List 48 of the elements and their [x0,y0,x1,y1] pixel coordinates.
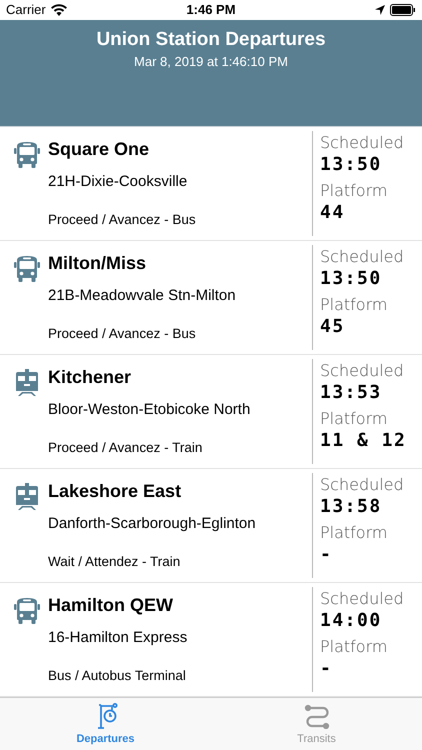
tab[interactable]: Departures [0,698,211,750]
platform-label: Platform [320,295,388,314]
platform-label: Platform [320,181,388,200]
platform-label: Platform [320,637,388,656]
platform-number: 45 [320,316,346,338]
platform-number: - [320,658,334,680]
departure-row[interactable]: Milton/Miss 21B-Meadowvale Stn-Milton Proceed / Avancez - Bus Scheduled 13:50 Platform 45 [0,241,422,356]
destination-name: Milton/Miss [48,253,147,274]
scheduled-time: 13:50 [320,154,383,176]
destination-name: Kitchener [48,367,132,388]
route-name: Bloor-Weston-Etobicoke North [48,401,250,418]
status-text: Wait / Attendez - Train [48,554,182,570]
route-name: 21H-Dixie-Cooksville [48,173,188,190]
wifi-icon [50,4,67,16]
platform-number: - [320,544,334,566]
scheduled-time: 13:58 [320,496,383,518]
route-name: 16-Hamilton Express [48,629,188,646]
destination-name: Lakeshore East [48,481,182,502]
route-icon [304,703,330,730]
route-name: Danforth-Scarborough-Eglinton [48,515,256,532]
clock-time: 1:46 PM [186,2,236,18]
screen-title: Union Station Departures [95,28,327,51]
platform-label: Platform [320,409,388,428]
battery-icon [390,4,416,16]
scheduled-label: Scheduled [320,247,404,266]
status-text: Proceed / Avancez - Train [48,440,204,456]
scheduled-label: Scheduled [320,475,404,494]
status-text: Proceed / Avancez - Bus [48,326,197,342]
scheduled-label: Scheduled [320,133,404,152]
departure-row[interactable]: Kitchener Bloor-Weston-Etobicoke North Proceed / Avancez - Train Scheduled 13:53 Platform 11 & 12 [0,355,422,470]
destination-name: Hamilton QEW [48,595,174,616]
destination-name: Square One [48,139,150,160]
status-text: Bus / Autobus Terminal [48,668,187,684]
location-arrow-icon [375,4,385,15]
departure-row[interactable]: Square One 21H-Dixie-Cooksville Proceed / Avancez - Bus Scheduled 13:50 Platform 44 [0,127,422,242]
platform-number: 11 & 12 [320,430,406,452]
scheduled-label: Scheduled [320,361,405,380]
timestamp: Mar 8, 2019 at 1:46:10 PM [133,54,289,69]
carrier-label: Carrier [6,2,46,18]
scheduled-label: Scheduled [320,589,404,608]
scheduled-time: 13:50 [320,268,383,290]
platform-number: 44 [320,202,346,224]
scheduled-time: 13:53 [320,382,383,404]
status-text: Proceed / Avancez - Bus [48,212,196,228]
route-name: 21B-Meadowvale Stn-Milton [48,287,236,304]
scheduled-time: 14:00 [320,610,383,632]
platform-label: Platform [320,523,388,542]
departure-row[interactable]: Lakeshore East Danforth-Scarborough-Eglinton Wait / Attendez - Train Scheduled 13:58 Platform - [0,469,422,584]
